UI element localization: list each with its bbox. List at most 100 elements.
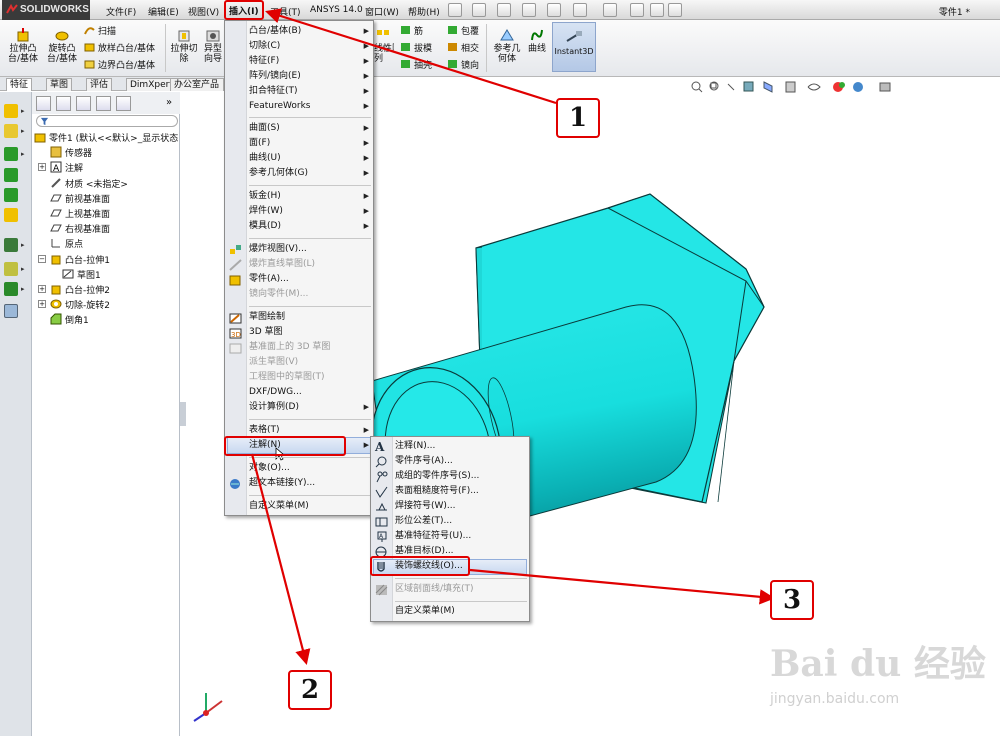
chevron-right-icon[interactable]: ▸ [21,285,25,293]
chevron-right-icon[interactable]: ▸ [21,107,25,115]
rib-button[interactable]: 筋 [400,24,423,37]
draft-button[interactable]: 拔模 [400,41,432,54]
menu-item-explode-line-sketch[interactable]: 爆炸直线草图(L) [249,257,315,272]
chevron-right-icon[interactable]: ▸ [21,150,25,158]
solidworks-logo[interactable]: SOLIDWORKS [2,0,90,20]
menu-item-cut[interactable]: 切除(C) [249,39,280,54]
menu-item-mirror-part[interactable]: 镜向零件(M)... [249,287,308,302]
menu-ansys[interactable]: ANSYS 14.0 [310,5,363,15]
menu-item-surface-finish[interactable]: 表面粗糙度符号(F)... [395,484,479,499]
menu-item-datum-feature[interactable]: 基准特征符号(U)... [395,529,471,544]
cut-tool-icon[interactable] [4,124,18,138]
feature-manager-icon[interactable] [36,96,51,111]
menu-item-dxf-dwg[interactable]: DXF/DWG... [249,385,302,400]
menu-item-exploded-view[interactable]: 爆炸视图(V)... [249,242,307,257]
instant3d-button[interactable]: Instant3D [552,22,596,72]
property-manager-icon[interactable] [56,96,71,111]
tab-features[interactable]: 特征 [6,78,33,91]
menu-item-part[interactable]: 零件(A)... [249,272,289,287]
menu-item-customize-menu[interactable]: 自定义菜单(M) [395,604,455,619]
configuration-manager-icon[interactable] [76,96,91,111]
menu-item-hyperlink[interactable]: 超文本链接(Y)... [249,476,315,491]
menu-item-area-hatch[interactable]: 区域剖面线/填充(T) [395,582,474,597]
menu-view[interactable]: 视图(V) [188,5,219,18]
expand-icon[interactable]: + [38,285,46,293]
menu-item-object[interactable]: 对象(O)... [249,461,290,476]
print-icon[interactable] [547,3,561,17]
menu-item-balloon[interactable]: 零件序号(A)... [395,454,453,469]
feature-tool-icon[interactable] [4,147,18,161]
menu-item-sketch-from-drawing[interactable]: 工程图中的草图(T) [249,370,325,385]
collapse-icon[interactable]: − [38,255,46,263]
instant3d-tool-icon[interactable] [4,304,18,318]
menu-file[interactable]: 文件(F) [106,5,136,18]
expand-chevron-icon[interactable]: » [166,97,172,108]
dimxpert-manager-icon[interactable] [96,96,111,111]
linear-pattern-button[interactable]: 线性阵 列 [374,28,394,64]
menu-item-molds[interactable]: 模具(D) [249,219,281,234]
previous-view-icon[interactable] [727,83,735,91]
display-style-icon[interactable] [785,81,796,93]
extrude-boss-button[interactable]: 拉伸凸 台/基体 [6,28,40,64]
boundary-boss-button[interactable]: 边界凸台/基体 [84,58,155,71]
menu-item-3d-sketch-on-plane[interactable]: 基准面上的 3D 草图 [249,340,330,355]
curves-button[interactable]: 曲线 [526,28,548,54]
menu-item-design-study[interactable]: 设计算例(D) [249,400,299,415]
menu-item-weld-symbol[interactable]: 焊接符号(W)... [395,499,456,514]
loft-button[interactable]: 放样凸台/基体 [84,41,155,54]
new-document-icon[interactable] [472,3,486,17]
menu-edit[interactable]: 编辑(E) [148,5,179,18]
draft-tool-icon[interactable] [4,188,18,202]
hide-show-icon[interactable] [807,83,821,91]
menu-item-sheet-metal[interactable]: 钣金(H) [249,189,281,204]
menu-item-stacked-balloon[interactable]: 成组的零件序号(S)... [395,469,479,484]
menu-item-weldments[interactable]: 焊件(W) [249,204,283,219]
menu-item-face[interactable]: 面(F) [249,136,270,151]
menu-tools[interactable]: 工具(T) [270,5,301,18]
save-icon[interactable] [522,3,536,17]
scene-icon[interactable] [853,82,863,92]
menu-item-customize-menu[interactable]: 自定义菜单(M) [249,499,309,514]
pattern-tool-icon[interactable] [4,238,18,252]
tab-sketch[interactable]: 草图 [46,78,73,91]
sweep-button[interactable]: 扫描 [84,24,116,37]
section-view-icon[interactable] [743,81,754,92]
select-icon[interactable] [603,3,617,17]
tree-filter-input[interactable] [36,115,178,127]
revolve-boss-button[interactable]: 旋转凸 台/基体 [44,28,80,64]
expand-icon[interactable]: + [38,163,46,171]
chevron-right-icon[interactable]: ▸ [21,127,25,135]
expand-icon[interactable]: + [38,300,46,308]
menu-window[interactable]: 窗口(W) [365,5,399,18]
reference-geometry-button[interactable]: 参考几 何体 [490,28,524,64]
extrude-cut-button[interactable]: 拉伸切 除 [168,28,200,64]
wrap-button[interactable]: 包覆 [447,24,479,37]
menu-item-note[interactable]: 注释(N)... [395,439,435,454]
options-icon[interactable] [668,3,682,17]
chevron-right-icon[interactable]: ▸ [21,265,25,273]
boss-tool-icon[interactable] [4,104,18,118]
menu-item-featureworks[interactable]: FeatureWorks [249,99,311,114]
menu-item-fastening-feature[interactable]: 扣合特征(T) [249,84,298,99]
file-properties-icon[interactable] [650,3,664,17]
curve-tool-icon[interactable] [4,282,18,296]
view-orientation-icon[interactable] [763,81,773,93]
chevron-right-icon[interactable]: ▸ [21,241,25,249]
menu-item-sketch[interactable]: 草图绘制 [249,310,285,325]
menu-item-pattern-mirror[interactable]: 阵列/镜向(E) [249,69,301,84]
menu-item-features[interactable]: 特征(F) [249,54,279,69]
appearance-icon[interactable] [833,82,845,92]
menu-item-curve[interactable]: 曲线(U) [249,151,281,166]
undo-icon[interactable] [573,3,587,17]
intersect-button[interactable]: 相交 [447,41,479,54]
menu-item-surface[interactable]: 曲面(S) [249,121,280,136]
zoom-to-fit-icon[interactable] [691,81,703,93]
pin-icon[interactable] [448,3,462,17]
menu-item-geometric-tolerance[interactable]: 形位公差(T)... [395,514,452,529]
hole-tool-icon[interactable] [4,208,18,222]
open-icon[interactable] [497,3,511,17]
menu-item-3d-sketch[interactable]: 3D 草图 [249,325,283,340]
tab-evaluate[interactable]: 评估 [86,78,113,91]
menu-item-reference-geometry[interactable]: 参考几何体(G) [249,166,308,181]
menu-item-boss-base[interactable]: 凸台/基体(B) [249,24,301,39]
